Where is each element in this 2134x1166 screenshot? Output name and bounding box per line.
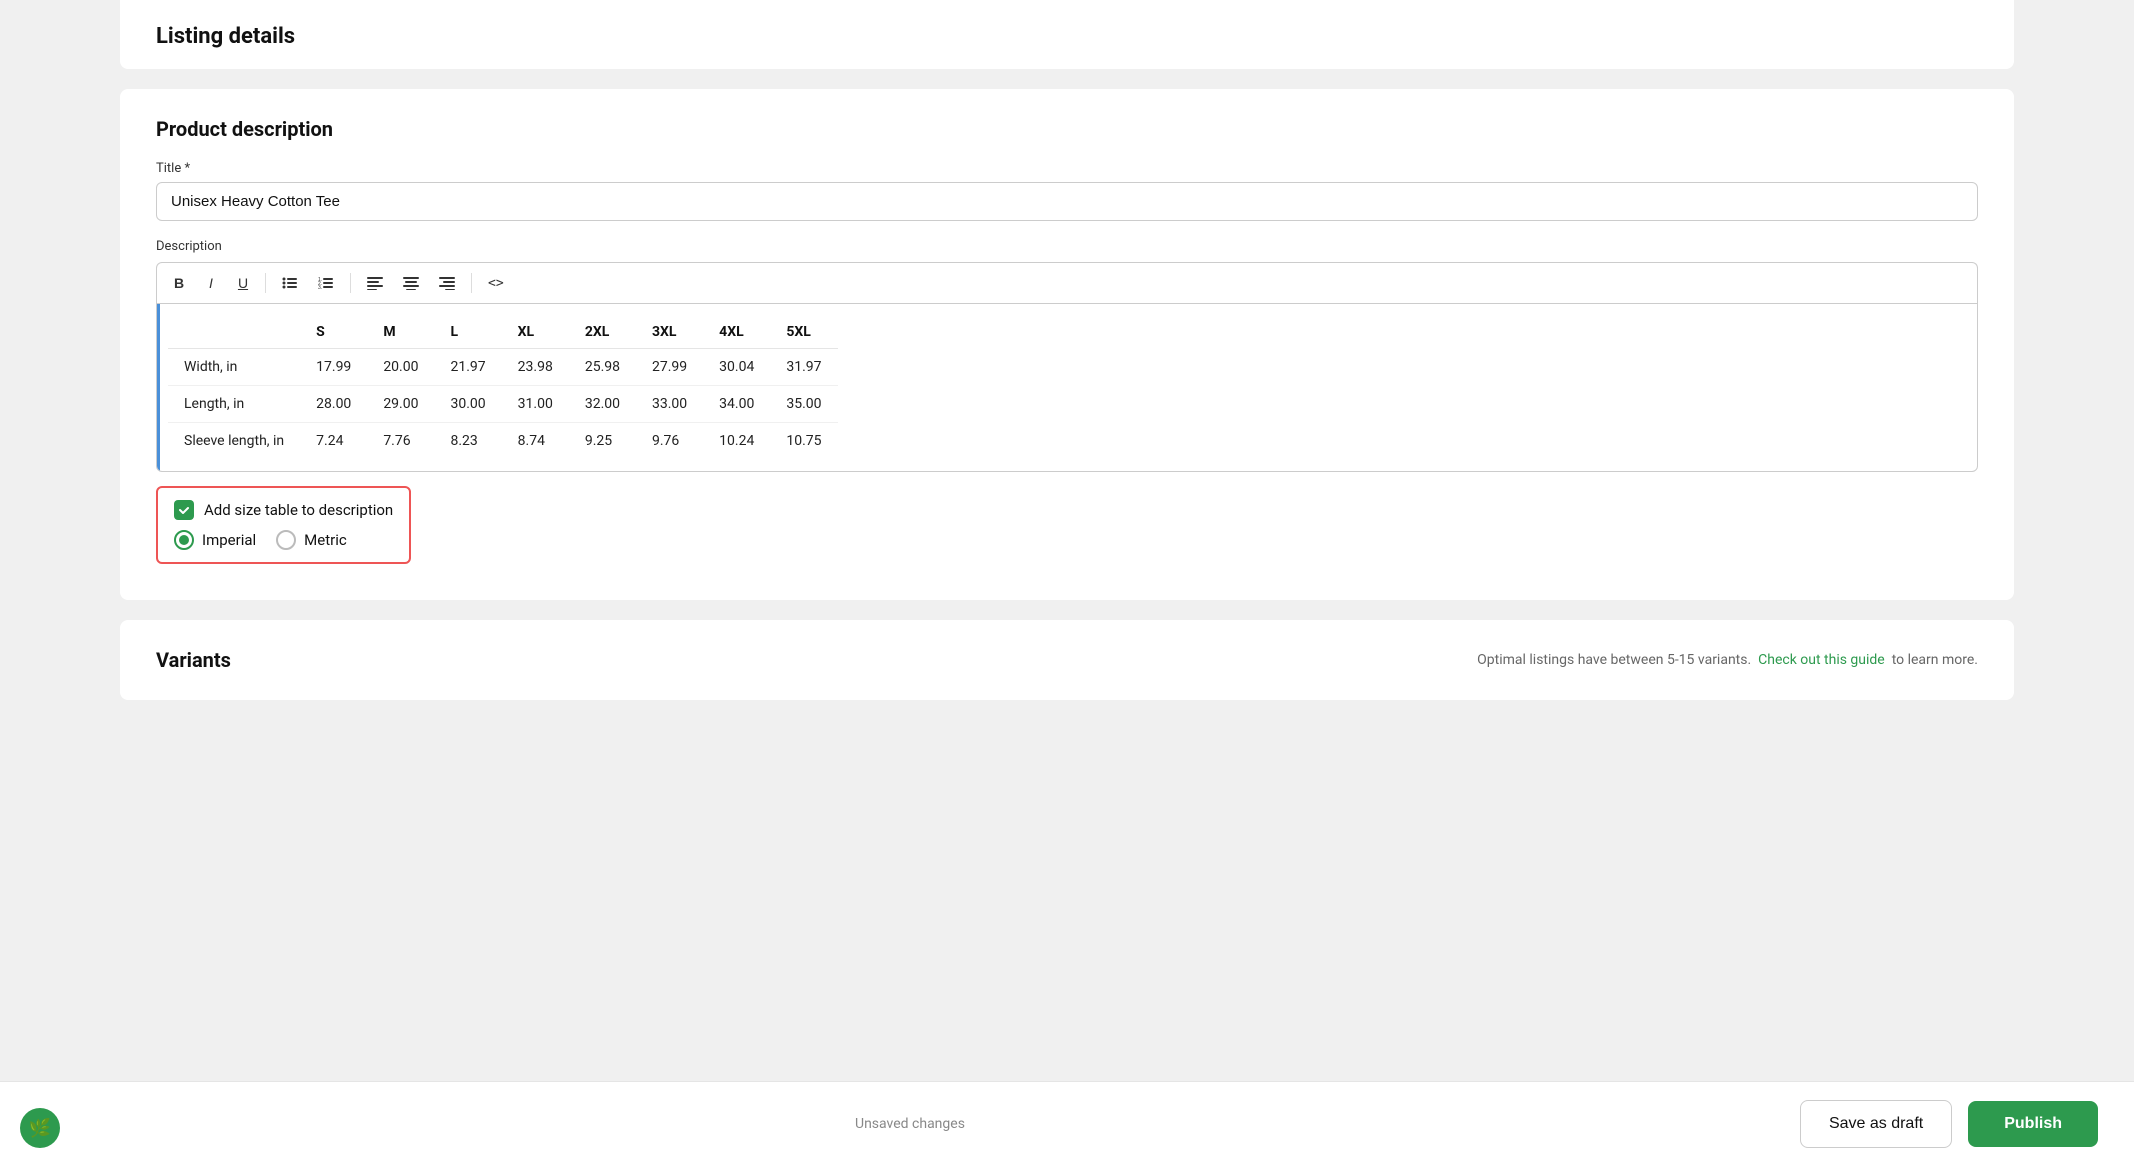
unsaved-changes-text: Unsaved changes — [855, 1116, 965, 1132]
size-table-header-xl: XL — [502, 316, 569, 349]
align-center-button[interactable] — [395, 269, 427, 297]
save-draft-button[interactable]: Save as draft — [1800, 1100, 1952, 1148]
cell-sleeve-xl: 8.74 — [502, 423, 569, 460]
cell-width-l: 21.97 — [434, 349, 501, 386]
cell-width-3xl: 27.99 — [636, 349, 703, 386]
size-table-header-m: M — [367, 316, 434, 349]
unit-radio-row: Imperial Metric — [174, 530, 393, 550]
page-title: Listing details — [156, 24, 1978, 49]
product-description-title: Product description — [156, 117, 1978, 141]
add-size-table-checkbox[interactable] — [174, 500, 194, 520]
align-right-button[interactable] — [431, 269, 463, 297]
avatar[interactable]: 🌿 — [20, 1108, 60, 1148]
cell-sleeve-m: 7.76 — [367, 423, 434, 460]
align-center-icon — [403, 276, 419, 290]
variants-card: Variants Optimal listings have between 5… — [120, 620, 2014, 700]
variants-guide-link[interactable]: Check out this guide — [1758, 652, 1885, 668]
metric-label: Metric — [304, 531, 347, 549]
description-label: Description — [156, 239, 1978, 254]
cell-width-5xl: 31.97 — [770, 349, 837, 386]
cell-length-2xl: 32.00 — [569, 386, 636, 423]
cell-sleeve-4xl: 10.24 — [703, 423, 770, 460]
size-table-header-5xl: 5XL — [770, 316, 837, 349]
cell-length-xl: 31.00 — [502, 386, 569, 423]
size-table: S M L XL 2XL 3XL 4XL 5XL Width, in — [168, 316, 838, 459]
imperial-radio-option[interactable]: Imperial — [174, 530, 256, 550]
cell-length-s: 28.00 — [300, 386, 367, 423]
imperial-radio-button[interactable] — [174, 530, 194, 550]
underline-button[interactable]: U — [229, 269, 257, 297]
bullet-list-button[interactable] — [274, 269, 306, 297]
checkmark-icon — [178, 504, 190, 516]
cell-sleeve-l: 8.23 — [434, 423, 501, 460]
editor-toolbar: B I U 1. 2. 3. — [156, 262, 1978, 303]
avatar-icon: 🌿 — [29, 1118, 51, 1139]
row-label-sleeve: Sleeve length, in — [168, 423, 300, 460]
variants-title: Variants — [156, 648, 231, 672]
size-table-header-2xl: 2XL — [569, 316, 636, 349]
size-table-header-4xl: 4XL — [703, 316, 770, 349]
metric-radio-option[interactable]: Metric — [276, 530, 347, 550]
align-left-button[interactable] — [359, 269, 391, 297]
row-label-length: Length, in — [168, 386, 300, 423]
cell-width-2xl: 25.98 — [569, 349, 636, 386]
title-label: Title * — [156, 161, 1978, 176]
imperial-label: Imperial — [202, 531, 256, 549]
italic-button[interactable]: I — [197, 269, 225, 297]
add-size-table-label: Add size table to description — [204, 501, 393, 519]
add-size-table-row: Add size table to description — [174, 500, 393, 520]
size-table-header-blank — [168, 316, 300, 349]
bullet-list-icon — [282, 276, 298, 290]
variants-header: Variants Optimal listings have between 5… — [156, 648, 1978, 672]
description-editor[interactable]: S M L XL 2XL 3XL 4XL 5XL Width, in — [156, 303, 1978, 472]
imperial-radio-inner — [179, 535, 189, 545]
size-table-option-box: Add size table to description Imperial M… — [156, 486, 411, 564]
cell-sleeve-3xl: 9.76 — [636, 423, 703, 460]
cell-width-xl: 23.98 — [502, 349, 569, 386]
size-table-container: S M L XL 2XL 3XL 4XL 5XL Width, in — [157, 304, 1977, 471]
variants-hint-suffix: to learn more. — [1892, 652, 1978, 668]
align-left-icon — [367, 276, 383, 290]
row-label-width: Width, in — [168, 349, 300, 386]
cell-sleeve-s: 7.24 — [300, 423, 367, 460]
cell-length-4xl: 34.00 — [703, 386, 770, 423]
ordered-list-icon: 1. 2. 3. — [318, 276, 334, 290]
cell-width-m: 20.00 — [367, 349, 434, 386]
table-row: Sleeve length, in 7.24 7.76 8.23 8.74 9.… — [168, 423, 838, 460]
cell-length-3xl: 33.00 — [636, 386, 703, 423]
table-row: Length, in 28.00 29.00 30.00 31.00 32.00… — [168, 386, 838, 423]
size-table-header-3xl: 3XL — [636, 316, 703, 349]
cell-length-l: 30.00 — [434, 386, 501, 423]
cell-sleeve-5xl: 10.75 — [770, 423, 837, 460]
code-button[interactable]: <> — [480, 269, 512, 297]
cell-width-s: 17.99 — [300, 349, 367, 386]
align-right-icon — [439, 276, 455, 290]
cell-length-m: 29.00 — [367, 386, 434, 423]
variants-hint: Optimal listings have between 5-15 varia… — [1477, 652, 1978, 668]
toolbar-separator-3 — [471, 273, 472, 293]
bold-button[interactable]: B — [165, 269, 193, 297]
title-input[interactable] — [156, 182, 1978, 221]
ordered-list-button[interactable]: 1. 2. 3. — [310, 269, 342, 297]
svg-text:3.: 3. — [318, 285, 322, 290]
cell-width-4xl: 30.04 — [703, 349, 770, 386]
cell-sleeve-2xl: 9.25 — [569, 423, 636, 460]
cell-length-5xl: 35.00 — [770, 386, 837, 423]
variants-hint-text: Optimal listings have between 5-15 varia… — [1477, 652, 1751, 668]
size-table-header-l: L — [434, 316, 501, 349]
bottom-bar: Unsaved changes Save as draft Publish — [0, 1081, 2134, 1166]
publish-button[interactable]: Publish — [1968, 1101, 2098, 1147]
metric-radio-button[interactable] — [276, 530, 296, 550]
table-row: Width, in 17.99 20.00 21.97 23.98 25.98 … — [168, 349, 838, 386]
toolbar-separator-2 — [350, 273, 351, 293]
toolbar-separator-1 — [265, 273, 266, 293]
size-table-header-s: S — [300, 316, 367, 349]
